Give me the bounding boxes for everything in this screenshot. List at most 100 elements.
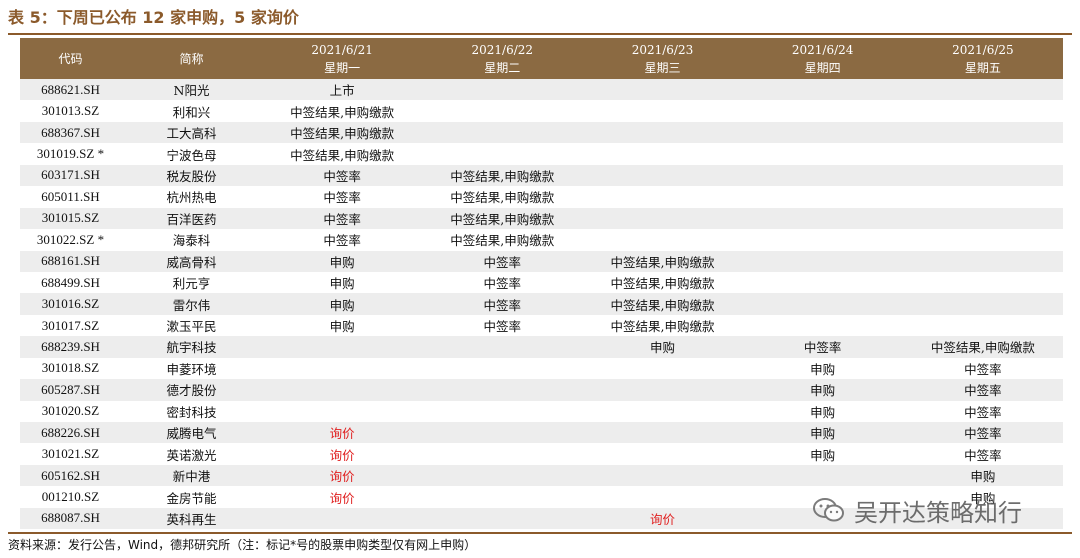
- cell-day-2: 中签率: [422, 271, 583, 294]
- header-weekday: 星期三: [644, 60, 681, 75]
- cell-code: 301015.SZ: [20, 207, 121, 230]
- table-row: 301018.SZ 申菱环境 申购 中签率: [20, 357, 1063, 380]
- cell-day-2: [422, 100, 583, 122]
- cell-day-5: [902, 121, 1063, 144]
- cell-name: 航宇科技: [121, 336, 262, 358]
- cell-name: 雷尔伟: [121, 293, 262, 315]
- cell-day-5: 中签率: [902, 379, 1063, 401]
- cell-name: 百洋医药: [121, 207, 262, 230]
- cell-day-5: [902, 229, 1063, 251]
- cell-name: 威高骨科: [121, 250, 262, 272]
- cell-day-4: 申购: [742, 422, 903, 444]
- cell-name: 杭州热电: [121, 186, 262, 208]
- cell-day-1: 中签率: [262, 229, 423, 251]
- cell-name: 利元亨: [121, 271, 262, 294]
- cell-day-5: [902, 186, 1063, 208]
- cell-code: 605162.SH: [20, 464, 121, 487]
- cell-day-4: [742, 164, 903, 187]
- cell-day-2: 中签结果,申购缴款: [422, 207, 583, 230]
- header-weekday: 星期五: [964, 60, 1001, 75]
- header-weekday: 星期一: [324, 60, 361, 75]
- cell-name: 金房节能: [121, 486, 262, 508]
- cell-day-5: 申购: [902, 464, 1063, 487]
- table-row: 301017.SZ 漱玉平民 申购 中签率 中签结果,申购缴款: [20, 314, 1063, 337]
- cell-name: 威腾电气: [121, 422, 262, 444]
- source-rule: [8, 532, 1072, 534]
- cell-day-2: 中签结果,申购缴款: [422, 164, 583, 187]
- cell-name: 密封科技: [121, 400, 262, 422]
- cell-name: 申菱环境: [121, 357, 262, 380]
- cell-day-1: [262, 379, 423, 401]
- cell-day-4: [742, 250, 903, 272]
- cell-day-2: [422, 357, 583, 380]
- cell-day-2: [422, 464, 583, 487]
- cell-day-2: 中签率: [422, 250, 583, 272]
- cell-day-3: [582, 100, 743, 122]
- cell-name: N阳光: [121, 79, 262, 101]
- table-row: 301019.SZ * 宁波色母 中签结果,申购缴款: [20, 143, 1063, 165]
- table-header-row: 代码 简称 2021/6/21 星期一 2021/6/22 星期二 2021/6…: [20, 38, 1063, 79]
- table-row: 688239.SH 航宇科技 申购 中签率 中签结果,申购缴款: [20, 336, 1063, 358]
- header-weekday: 星期二: [484, 60, 521, 75]
- cell-day-5: 中签率: [902, 357, 1063, 380]
- cell-name: 德才股份: [121, 379, 262, 401]
- ipo-schedule-table: 代码 简称 2021/6/21 星期一 2021/6/22 星期二 2021/6…: [20, 38, 1063, 530]
- cell-day-3: [582, 379, 743, 401]
- table-row: 605287.SH 德才股份 申购 中签率: [20, 379, 1063, 401]
- cell-name: 工大高科: [121, 121, 262, 144]
- cell-code: 603171.SH: [20, 164, 121, 187]
- cell-name: 漱玉平民: [121, 314, 262, 337]
- watermark-text: 吴开达策略知行: [854, 498, 1022, 527]
- cell-day-5: [902, 164, 1063, 187]
- cell-day-4: [742, 121, 903, 144]
- cell-day-5: [902, 293, 1063, 315]
- title-rule: [8, 33, 1072, 35]
- table-row: 605162.SH 新中港 询价 申购: [20, 464, 1063, 487]
- cell-day-3: [582, 186, 743, 208]
- header-code: 代码: [20, 38, 121, 79]
- cell-code: 301018.SZ: [20, 357, 121, 380]
- wechat-icon: [812, 496, 846, 524]
- cell-day-4: 申购: [742, 379, 903, 401]
- cell-day-1: [262, 357, 423, 380]
- cell-day-5: [902, 271, 1063, 294]
- cell-day-1: 中签结果,申购缴款: [262, 143, 423, 165]
- cell-day-4: 申购: [742, 443, 903, 465]
- header-date: 2021/6/23: [631, 42, 694, 57]
- cell-day-2: 中签率: [422, 293, 583, 315]
- cell-name: 新中港: [121, 464, 262, 487]
- cell-day-1: [262, 400, 423, 422]
- header-weekday: 星期四: [804, 60, 841, 75]
- cell-day-3: [582, 79, 743, 101]
- cell-code: 605287.SH: [20, 379, 121, 401]
- cell-day-1: 申购: [262, 293, 423, 315]
- cell-name: 英诺激光: [121, 443, 262, 465]
- cell-code: 688239.SH: [20, 336, 121, 358]
- cell-code: 301013.SZ: [20, 100, 121, 122]
- cell-day-1: 询价: [262, 443, 423, 465]
- cell-day-5: [902, 143, 1063, 165]
- cell-code: 688226.SH: [20, 422, 121, 444]
- cell-day-1: 申购: [262, 314, 423, 337]
- cell-day-5: [902, 79, 1063, 101]
- cell-day-3: 询价: [582, 507, 743, 530]
- cell-day-1: 中签结果,申购缴款: [262, 121, 423, 144]
- table-row: 688499.SH 利元亨 申购 中签率 中签结果,申购缴款: [20, 271, 1063, 294]
- cell-day-2: 中签结果,申购缴款: [422, 229, 583, 251]
- watermark: 吴开达策略知行: [812, 492, 1022, 528]
- cell-day-2: [422, 336, 583, 358]
- cell-day-1: 上市: [262, 79, 423, 101]
- header-day-fri: 2021/6/25 星期五: [902, 38, 1063, 79]
- cell-day-3: [582, 121, 743, 144]
- table-row: 688367.SH 工大高科 中签结果,申购缴款: [20, 121, 1063, 144]
- cell-day-2: 中签率: [422, 314, 583, 337]
- table-row: 301016.SZ 雷尔伟 申购 中签率 中签结果,申购缴款: [20, 293, 1063, 315]
- cell-day-1: 中签率: [262, 164, 423, 187]
- cell-day-2: [422, 443, 583, 465]
- cell-day-2: [422, 400, 583, 422]
- cell-day-1: 中签率: [262, 207, 423, 230]
- cell-code: 605011.SH: [20, 186, 121, 208]
- cell-day-4: [742, 293, 903, 315]
- cell-day-2: [422, 507, 583, 530]
- table-row: 688161.SH 威高骨科 申购 中签率 中签结果,申购缴款: [20, 250, 1063, 272]
